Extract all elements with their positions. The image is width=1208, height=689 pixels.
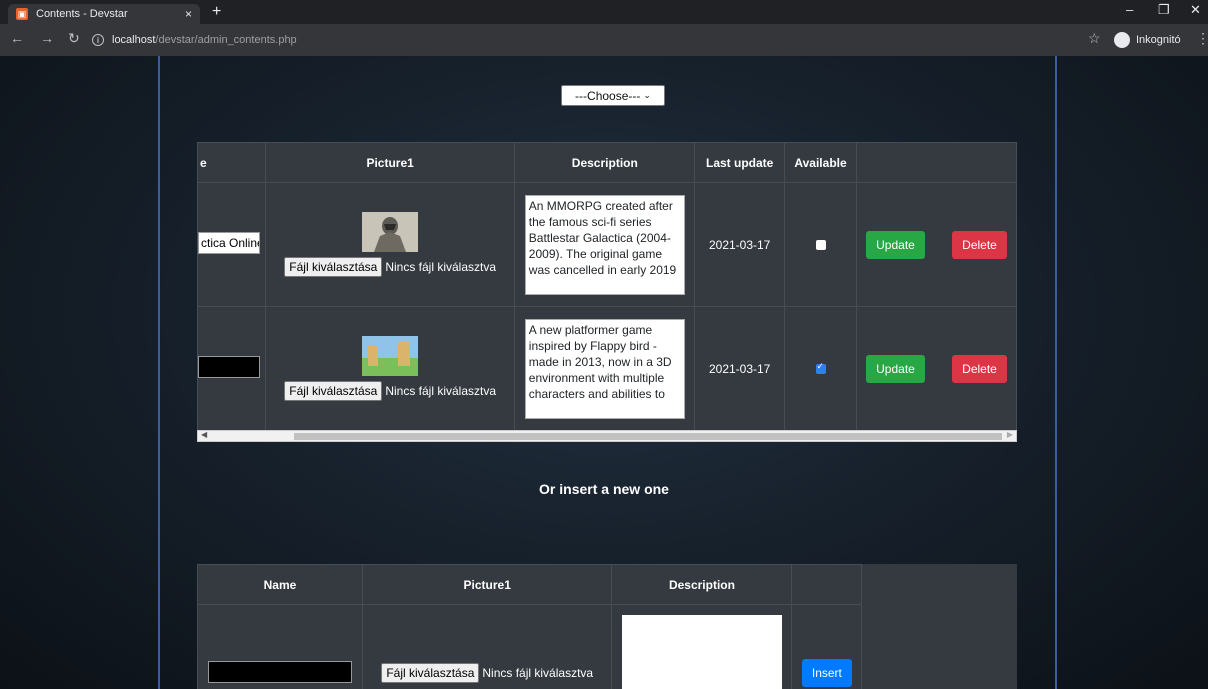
header-actions — [856, 142, 1017, 183]
maximize-icon[interactable]: ❐ — [1158, 2, 1170, 18]
url-host: localhost — [112, 34, 156, 46]
back-arrow-icon[interactable]: ← — [10, 30, 24, 46]
insert-choose-file-button[interactable]: Fájl kiválasztása — [381, 663, 480, 683]
url-path: /devstar/admin_contents.php — [155, 34, 297, 46]
browser-tab-bar: ▣ Contents - Devstar × + – ❐ ✕ — [0, 0, 1208, 24]
browser-toolbar: ← → ↻ i localhost/devstar/admin_contents… — [0, 24, 1208, 56]
available-checkbox[interactable] — [815, 240, 826, 251]
last-update-cell: 2021-03-17 — [694, 182, 786, 307]
insert-row: Fájl kiválasztása Nincs fájl kiválasztva … — [197, 604, 1017, 689]
category-select[interactable]: ---Choose--- ⌄ — [561, 85, 665, 106]
incognito-profile[interactable]: Inkognitó — [1114, 32, 1181, 48]
header-actions — [791, 564, 863, 605]
site-info-icon[interactable]: i — [92, 34, 104, 46]
content-thumbnail-icon — [362, 212, 419, 252]
description-textarea[interactable]: A new platformer game inspired by Flappy… — [524, 318, 685, 419]
contents-table: e Picture1 Description Last update Avail… — [197, 142, 1017, 431]
delete-button[interactable]: Delete — [952, 354, 1007, 383]
horizontal-scrollbar[interactable]: ◀ ▶ — [197, 430, 1017, 442]
new-tab-button[interactable]: + — [212, 3, 221, 21]
description-cell: A new platformer game inspired by Flappy… — [514, 306, 696, 431]
header-available: Available — [784, 142, 857, 183]
header-name-clipped: e — [197, 142, 266, 183]
address-bar[interactable]: i localhost/devstar/admin_contents.php — [92, 28, 1072, 52]
update-button[interactable]: Update — [866, 354, 925, 383]
insert-button[interactable]: Insert — [801, 659, 852, 687]
description-cell: An MMORPG created after the famous sci-f… — [514, 182, 696, 307]
header-name: Name — [197, 564, 363, 605]
insert-picture-cell: Fájl kiválasztása Nincs fájl kiválasztva — [361, 604, 613, 689]
last-update-cell: 2021-03-17 — [694, 306, 786, 431]
insert-description-cell — [611, 604, 793, 689]
delete-button[interactable]: Delete — [952, 230, 1007, 259]
header-picture1: Picture1 — [361, 564, 613, 605]
picture-cell: Fájl kiválasztása Nincs fájl kiválasztva — [264, 182, 516, 307]
table-row: ctica Online Fájl kiválasztása Nincs fájl… — [197, 182, 1017, 307]
site-favicon-icon: ▣ — [16, 8, 28, 20]
header-picture1: Picture1 — [264, 142, 516, 183]
content-thumbnail-icon — [362, 336, 419, 376]
window-close-icon[interactable]: ✕ — [1190, 2, 1201, 18]
name-cell: ctica Online — [197, 182, 266, 307]
scroll-right-icon[interactable]: ▶ — [1007, 430, 1013, 439]
bookmark-star-icon[interactable]: ☆ — [1088, 30, 1101, 47]
actions-cell: Update Delete — [856, 306, 1017, 431]
file-status: Nincs fájl kiválasztva — [385, 260, 497, 274]
header-last-update: Last update — [694, 142, 786, 183]
table-row: Fájl kiválasztása Nincs fájl kiválasztva … — [197, 306, 1017, 431]
browser-tab[interactable]: ▣ Contents - Devstar × — [8, 4, 200, 24]
insert-action-cell: Insert — [791, 604, 863, 689]
category-select-value: ---Choose--- — [575, 88, 641, 103]
insert-heading: Or insert a new one — [539, 481, 669, 497]
available-cell — [784, 306, 857, 431]
insert-name-cell — [197, 604, 363, 689]
incognito-label: Inkognitó — [1136, 34, 1181, 46]
name-cell — [197, 306, 266, 431]
insert-table-spacer — [862, 565, 1017, 605]
left-border-line — [158, 56, 160, 689]
picture-cell: Fájl kiválasztása Nincs fájl kiválasztva — [264, 306, 516, 431]
scroll-left-icon[interactable]: ◀ — [201, 430, 207, 439]
browser-menu-icon[interactable]: ⋮ — [1196, 30, 1208, 47]
available-cell — [784, 182, 857, 307]
minimize-icon[interactable]: – — [1126, 2, 1133, 17]
name-input[interactable]: ctica Online — [198, 232, 260, 254]
scrollbar-thumb[interactable] — [294, 433, 1002, 440]
insert-table-spacer — [862, 605, 1017, 689]
insert-table: Name Picture1 Description Fájl kiválaszt… — [197, 564, 1017, 689]
tab-title: Contents - Devstar — [36, 8, 128, 20]
tab-close-icon[interactable]: × — [185, 7, 192, 21]
actions-cell: Update Delete — [856, 182, 1017, 307]
incognito-icon — [1114, 32, 1130, 48]
choose-file-button[interactable]: Fájl kiválasztása — [284, 257, 383, 277]
update-button[interactable]: Update — [866, 230, 925, 259]
reload-icon[interactable]: ↻ — [68, 30, 80, 47]
right-border-line — [1055, 56, 1057, 689]
page-content: ---Choose--- ⌄ e Picture1 Description La… — [0, 56, 1208, 689]
description-textarea[interactable]: An MMORPG created after the famous sci-f… — [524, 194, 685, 295]
header-description: Description — [611, 564, 793, 605]
name-input[interactable] — [198, 356, 260, 378]
forward-arrow-icon[interactable]: → — [40, 30, 54, 46]
available-checkbox[interactable] — [815, 361, 826, 375]
insert-file-status: Nincs fájl kiválasztva — [482, 666, 594, 680]
chevron-down-icon: ⌄ — [643, 90, 651, 100]
file-status: Nincs fájl kiválasztva — [385, 384, 497, 398]
header-description: Description — [514, 142, 696, 183]
choose-file-button[interactable]: Fájl kiválasztása — [284, 381, 383, 401]
insert-name-input[interactable] — [207, 660, 352, 683]
insert-description-textarea[interactable] — [621, 615, 782, 689]
